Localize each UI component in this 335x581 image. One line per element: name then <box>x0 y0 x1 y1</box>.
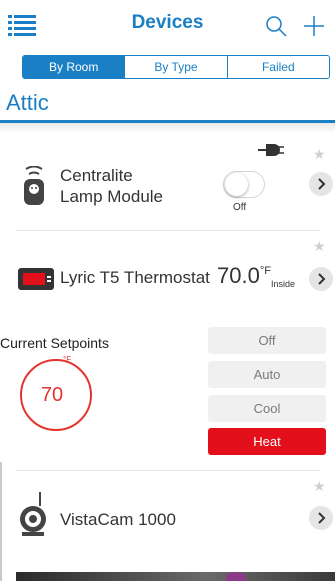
current-temperature: 70.0°F Inside <box>217 263 295 289</box>
section-shadow <box>0 123 335 133</box>
chevron-right-icon[interactable] <box>309 506 333 530</box>
setpoints-title: Current Setpoints <box>0 335 109 351</box>
mode-heat-button[interactable]: Heat <box>208 428 326 455</box>
device-name-thermostat[interactable]: Lyric T5 Thermostat <box>60 267 210 288</box>
chevron-right-icon[interactable] <box>309 172 333 196</box>
setpoint-dial[interactable]: 70 °F <box>20 355 92 431</box>
favorite-star-icon[interactable]: ★ <box>313 146 326 163</box>
search-icon[interactable] <box>265 15 287 37</box>
temperature-value: 70.0 <box>217 263 260 288</box>
view-filter-tabs: By Room By Type Failed <box>22 55 330 79</box>
device-name-camera[interactable]: VistaCam 1000 <box>60 509 176 530</box>
lamp-module-icon <box>24 166 44 205</box>
toggle-state-label: Off <box>233 202 247 213</box>
tab-failed[interactable]: Failed <box>226 56 329 78</box>
toggle-knob <box>225 173 248 196</box>
device-name-line2: Lamp Module <box>60 187 164 206</box>
mode-cool-button[interactable]: Cool <box>208 395 326 422</box>
preview-highlight <box>226 572 246 581</box>
mode-off-button[interactable]: Off <box>208 327 326 354</box>
camera-icon <box>20 492 46 536</box>
favorite-star-icon[interactable]: ★ <box>313 478 326 495</box>
setpoint-value: 70 <box>40 384 64 406</box>
lamp-power-toggle[interactable] <box>223 171 265 198</box>
row-divider <box>16 470 320 471</box>
chevron-right-icon[interactable] <box>309 267 333 291</box>
mode-auto-button[interactable]: Auto <box>208 361 326 388</box>
temperature-unit: °F <box>259 265 271 277</box>
list-edge <box>0 462 2 581</box>
device-name-line1: Centralite <box>60 166 133 185</box>
setpoint-unit: °F <box>63 355 72 364</box>
room-title: Attic <box>6 90 49 115</box>
header-bar: Devices <box>0 0 335 52</box>
plug-icon <box>258 144 284 156</box>
favorite-star-icon[interactable]: ★ <box>313 238 326 255</box>
device-name-lamp-module[interactable]: Centralite Lamp Module <box>60 165 163 207</box>
plus-icon[interactable] <box>302 14 326 38</box>
tab-by-room[interactable]: By Room <box>23 56 125 78</box>
row-divider <box>16 230 320 231</box>
tab-by-type[interactable]: By Type <box>124 56 227 78</box>
thermostat-icon <box>18 268 54 290</box>
temperature-location: Inside <box>270 279 295 289</box>
camera-preview-strip[interactable] <box>16 572 335 581</box>
